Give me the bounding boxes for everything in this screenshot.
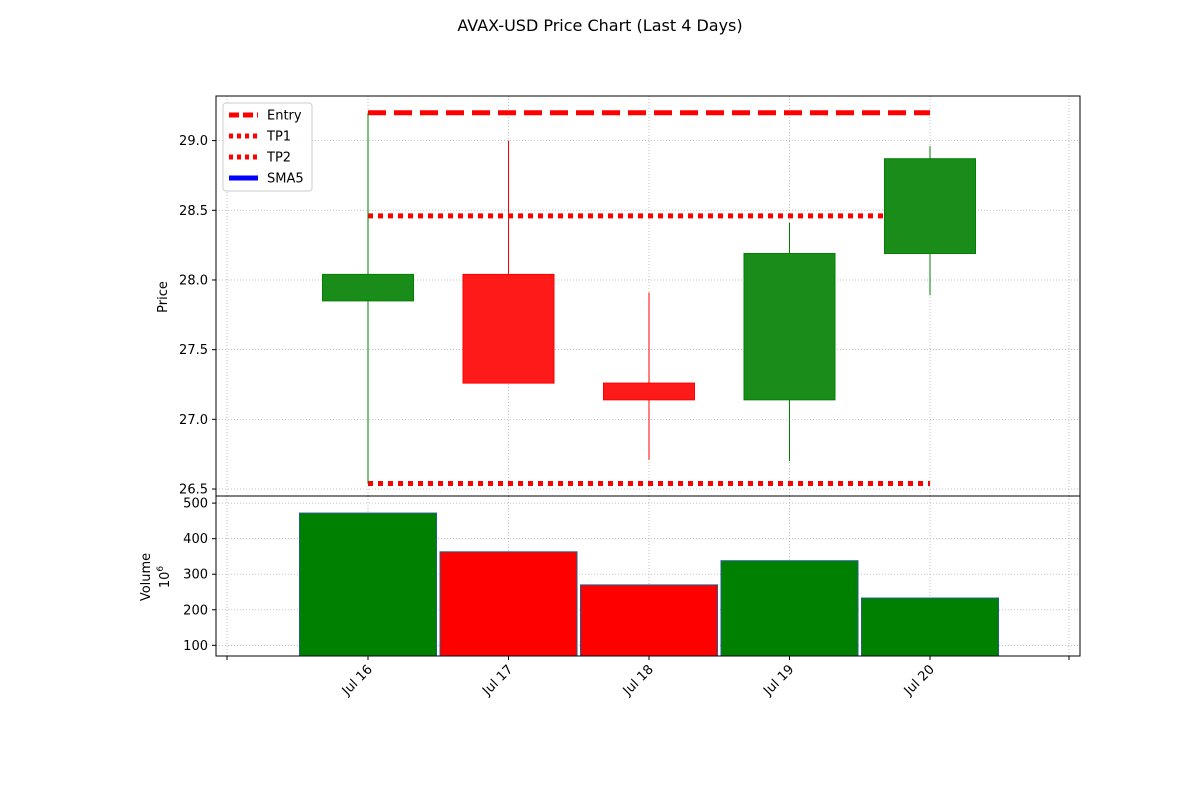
volume-y-tick-label: 100 <box>183 639 208 654</box>
price-y-label: Price <box>156 281 171 313</box>
volume-bars <box>299 512 999 657</box>
legend-label: SMA5 <box>267 172 304 187</box>
volume-bar <box>720 560 859 657</box>
price-y-tick-label: 29.0 <box>179 134 208 149</box>
price-y-tick-label: 26.5 <box>179 483 208 498</box>
chart-title: AVAX-USD Price Chart (Last 4 Days) <box>457 16 742 35</box>
legend-label: TP1 <box>266 130 291 145</box>
x-tick-label: Jul 17 <box>479 662 516 699</box>
volume-y-tick-label: 300 <box>183 568 208 583</box>
volume-y-tick-label: 500 <box>183 497 208 512</box>
volume-y-tick-label: 400 <box>183 532 208 547</box>
candle-body <box>743 252 836 401</box>
legend-label: TP2 <box>266 151 291 166</box>
chart-svg: AVAX-USD Price Chart (Last 4 Days) 26.52… <box>139 16 1081 699</box>
candle-body <box>322 273 414 302</box>
volume-bar <box>299 512 437 657</box>
x-ticks: Jul 16 Jul 17 Jul 18 Jul 19 Jul 20 <box>226 656 1070 699</box>
volume-y-tick-label: 200 <box>183 603 208 618</box>
volume-bar <box>861 597 999 657</box>
volume-bar <box>580 584 718 657</box>
legend-label: Entry <box>267 109 302 124</box>
candle-body <box>884 158 976 254</box>
candle-body <box>603 382 695 401</box>
chart-figure: AVAX-USD Price Chart (Last 4 Days) 26.5 2… <box>0 0 1200 800</box>
price-y-tick-label: 28.0 <box>179 273 208 288</box>
volume-scale-exponent: 6 <box>156 566 166 572</box>
volume-scale-base: 10 <box>158 572 173 589</box>
volume-scale-label: 106 <box>156 566 173 589</box>
volume-bar <box>439 551 578 657</box>
volume-y-label: Volume <box>139 553 154 601</box>
x-tick-label: Jul 16 <box>339 662 376 699</box>
candle-body <box>462 273 555 384</box>
x-tick-label: Jul 19 <box>760 662 797 699</box>
price-y-tick-label: 28.5 <box>179 204 208 219</box>
price-y-tick-label: 27.5 <box>179 343 208 358</box>
price-y-tick-label: 27.0 <box>179 413 208 428</box>
x-tick-label: Jul 20 <box>901 662 938 699</box>
price-y-ticks: 26.5 27.0 27.5 28.0 28.5 29.0 <box>179 134 216 498</box>
x-tick-label: Jul 18 <box>620 662 657 699</box>
legend: Entry TP1 TP2 SMA5 <box>222 102 313 192</box>
volume-y-ticks: 100 200 300 400 500 <box>183 497 216 654</box>
